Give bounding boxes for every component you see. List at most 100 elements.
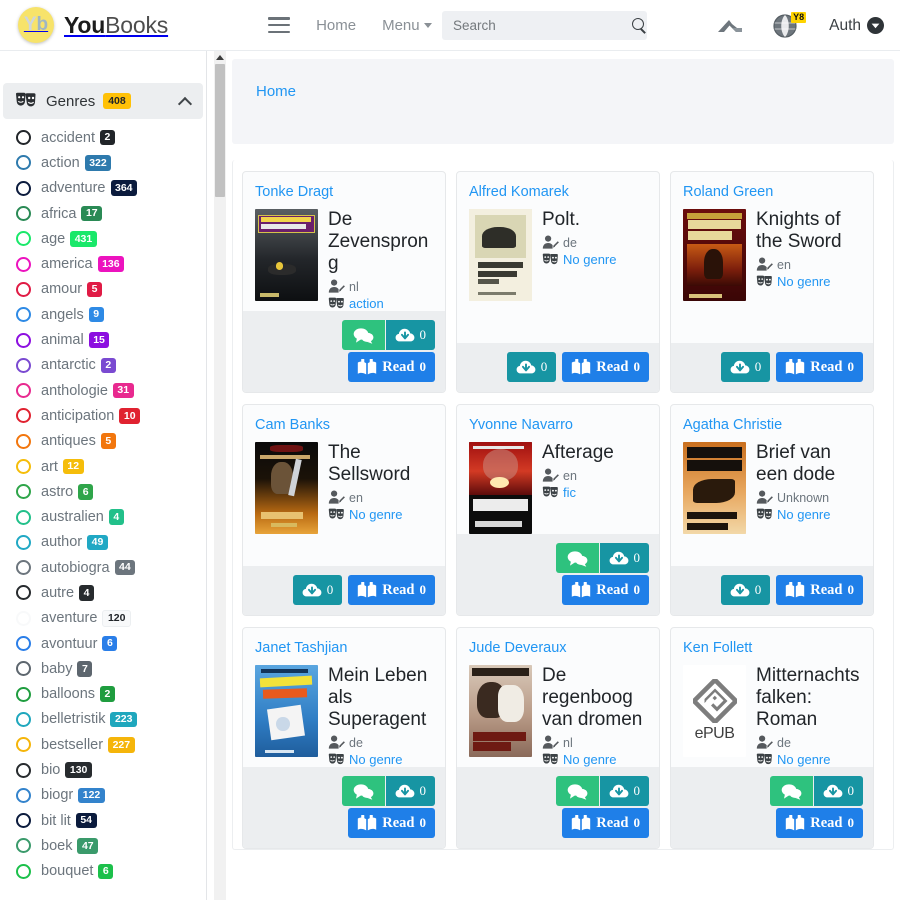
genre-item[interactable]: biogr 122 (0, 783, 206, 808)
book-author-link[interactable]: Cam Banks (255, 417, 433, 433)
search-box[interactable] (442, 11, 647, 40)
genre-item[interactable]: autobiogra 44 (0, 555, 206, 580)
genre-item[interactable]: age 431 (0, 226, 206, 251)
book-cover-image[interactable] (469, 665, 532, 758)
language-globe-button[interactable]: Y8 (772, 11, 807, 39)
book-cover-image[interactable] (255, 665, 318, 758)
genre-radio-icon[interactable] (16, 155, 31, 171)
book-genre-link[interactable]: No genre (349, 752, 402, 767)
genre-radio-icon[interactable] (16, 256, 31, 272)
read-button[interactable]: Read 0 (562, 575, 649, 606)
read-button[interactable]: Read 0 (348, 808, 435, 839)
genre-radio-icon[interactable] (16, 383, 31, 399)
genre-item[interactable]: australien 4 (0, 504, 206, 529)
book-genre-link[interactable]: No genre (563, 252, 616, 267)
genre-radio-icon[interactable] (16, 686, 31, 702)
genre-item[interactable]: astro 6 (0, 479, 206, 504)
genre-item[interactable]: anthologie 31 (0, 378, 206, 403)
book-author-link[interactable]: Alfred Komarek (469, 184, 647, 200)
genre-radio-icon[interactable] (16, 863, 31, 879)
genre-radio-icon[interactable] (16, 610, 31, 626)
book-author-link[interactable]: Agatha Christie (683, 417, 861, 433)
book-author-link[interactable]: Jude Deveraux (469, 640, 647, 656)
genre-radio-icon[interactable] (16, 737, 31, 753)
genre-item[interactable]: angels 9 (0, 302, 206, 327)
genre-radio-icon[interactable] (16, 585, 31, 601)
genre-radio-icon[interactable] (16, 560, 31, 576)
book-genre-link[interactable]: action (349, 296, 384, 311)
genre-item[interactable]: africa 17 (0, 201, 206, 226)
genre-item[interactable]: balloons 2 (0, 682, 206, 707)
nav-link-home[interactable]: Home (316, 17, 356, 34)
genre-item[interactable]: bio 130 (0, 757, 206, 782)
genre-radio-icon[interactable] (16, 433, 31, 449)
download-button[interactable]: 0 (385, 776, 435, 807)
genre-radio-icon[interactable] (16, 130, 31, 146)
genre-item[interactable]: baby 7 (0, 656, 206, 681)
brand-logo-link[interactable]: Yb YouBooks (18, 7, 168, 43)
read-button[interactable]: Read 0 (562, 808, 649, 839)
genre-radio-icon[interactable] (16, 231, 31, 247)
download-button[interactable]: 0 (720, 575, 771, 606)
read-button[interactable]: Read 0 (776, 352, 863, 383)
genre-radio-icon[interactable] (16, 711, 31, 727)
download-button[interactable]: 0 (292, 575, 343, 606)
read-button[interactable]: Read 0 (348, 352, 435, 383)
genre-radio-icon[interactable] (16, 534, 31, 550)
genre-item[interactable]: art 12 (0, 454, 206, 479)
comment-button[interactable] (555, 776, 599, 807)
genre-radio-icon[interactable] (16, 281, 31, 297)
genre-radio-icon[interactable] (16, 357, 31, 373)
genre-item[interactable]: bit lit 54 (0, 808, 206, 833)
genre-item[interactable]: action 322 (0, 150, 206, 175)
book-genre-link[interactable]: No genre (349, 507, 402, 522)
genre-radio-icon[interactable] (16, 661, 31, 677)
genre-item[interactable]: america 136 (0, 251, 206, 276)
genre-item[interactable]: autre 4 (0, 580, 206, 605)
genre-radio-icon[interactable] (16, 484, 31, 500)
genre-item[interactable]: amour 5 (0, 277, 206, 302)
genre-item[interactable]: aventure 120 (0, 606, 206, 631)
book-cover-image[interactable] (469, 442, 532, 535)
download-button[interactable]: 0 (813, 776, 863, 807)
download-button[interactable]: 0 (720, 352, 771, 383)
genre-item[interactable]: anticipation 10 (0, 403, 206, 428)
nav-link-menu[interactable]: Menu (382, 17, 432, 34)
download-button[interactable]: 0 (385, 320, 435, 351)
comment-button[interactable] (341, 776, 385, 807)
book-author-link[interactable]: Janet Tashjian (255, 640, 433, 656)
genre-radio-icon[interactable] (16, 787, 31, 803)
comment-button[interactable] (769, 776, 813, 807)
hamburger-icon[interactable] (268, 17, 291, 33)
book-cover-image[interactable] (469, 209, 532, 301)
genre-radio-icon[interactable] (16, 180, 31, 196)
read-button[interactable]: Read 0 (348, 575, 435, 606)
genre-item[interactable]: antarctic 2 (0, 353, 206, 378)
download-button[interactable]: 0 (506, 352, 557, 383)
genre-radio-icon[interactable] (16, 636, 31, 652)
book-genre-link[interactable]: No genre (777, 752, 830, 767)
genre-radio-icon[interactable] (16, 838, 31, 854)
read-button[interactable]: Read 0 (562, 352, 649, 383)
book-cover-image[interactable] (255, 209, 318, 301)
book-cover-image[interactable] (255, 442, 318, 535)
breadcrumb-item-home[interactable]: Home (256, 83, 296, 100)
book-cover-image[interactable] (683, 442, 746, 535)
genre-radio-icon[interactable] (16, 509, 31, 525)
book-genre-link[interactable]: fic (563, 485, 576, 500)
search-icon[interactable] (632, 18, 647, 33)
comment-button[interactable] (555, 543, 599, 574)
download-button[interactable]: 0 (599, 776, 649, 807)
read-button[interactable]: Read 0 (776, 575, 863, 606)
book-genre-link[interactable]: No genre (777, 507, 830, 522)
sidebar-scrollbar[interactable] (214, 51, 226, 900)
genre-item[interactable]: boek 47 (0, 833, 206, 858)
genre-radio-icon[interactable] (16, 332, 31, 348)
book-author-link[interactable]: Tonke Dragt (255, 184, 433, 200)
upload-arrow-icon[interactable] (715, 16, 745, 36)
download-button[interactable]: 0 (599, 543, 649, 574)
genre-item[interactable]: accident 2 (0, 125, 206, 150)
genre-radio-icon[interactable] (16, 459, 31, 474)
scroll-up-arrow-icon[interactable] (214, 51, 226, 63)
book-genre-link[interactable]: No genre (563, 752, 616, 767)
